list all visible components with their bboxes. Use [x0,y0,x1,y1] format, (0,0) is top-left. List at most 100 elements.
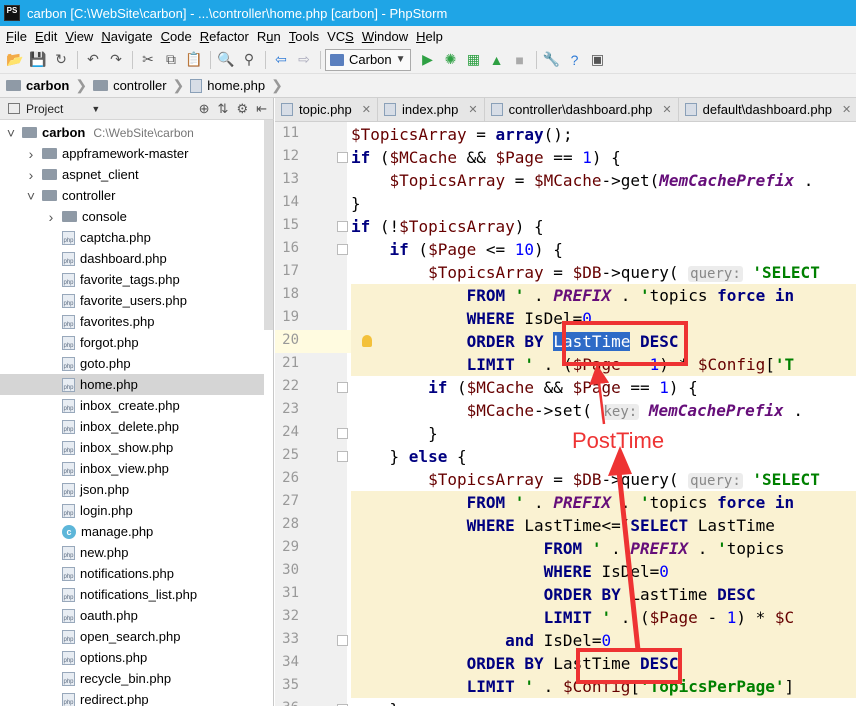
coverage-icon[interactable]: ▦ [463,49,485,71]
menu-item[interactable]: File [2,29,31,44]
editor-tab[interactable]: default\dashboard.php ✕ [678,98,856,121]
save-icon[interactable]: 💾 [27,49,49,71]
project-tree-scrollbar[interactable] [264,120,273,330]
menu-item[interactable]: Run [253,29,285,44]
code-line[interactable]: FROM ' . PREFIX . 'topics force in [351,491,856,514]
replace-icon[interactable]: ⚲ [238,49,260,71]
fold-marker-icon[interactable] [337,635,348,646]
forward-icon[interactable]: ⇨ [293,49,315,71]
gear-icon[interactable]: ⚙ [236,101,248,117]
chevron-down-icon[interactable]: ˅ [6,125,16,141]
tree-file-item[interactable]: php favorites.php [0,311,264,332]
tree-file-item[interactable]: php json.php [0,479,264,500]
code-line[interactable]: if ($MCache && $Page == 1) { [351,376,856,399]
menu-item[interactable]: VCS [323,29,358,44]
redo-icon[interactable]: ↷ [105,49,127,71]
code-line[interactable]: if ($MCache && $Page == 1) { [351,146,856,169]
chevron-right-icon[interactable]: › [26,146,36,162]
code-line[interactable]: $TopicsArray = $MCache->get(MemCachePref… [351,169,856,192]
close-icon[interactable]: ✕ [362,103,371,116]
code-line[interactable]: ORDER BY LastTime DESC [351,583,856,606]
tree-file-item[interactable]: php recycle_bin.php [0,668,264,689]
fold-marker-icon[interactable] [337,428,348,439]
run-configuration-select[interactable]: Carbon ▼ [325,48,411,71]
breadcrumb-carbon[interactable]: carbon [6,78,69,93]
collapse-all-icon[interactable]: ⇅ [218,101,229,117]
code-line[interactable]: $TopicsArray = $DB->query( query: 'SELEC… [351,468,856,491]
menu-item[interactable]: Code [157,29,196,44]
chevron-down-icon[interactable]: ˅ [26,188,36,204]
tree-folder-item[interactable]: › console [0,206,264,227]
profile-icon[interactable]: ▲ [486,49,508,71]
settings-icon[interactable]: 🔧 [541,49,563,71]
menu-item[interactable]: Navigate [97,29,156,44]
editor-tab[interactable]: topic.php ✕ [275,98,378,121]
tree-file-item[interactable]: php home.php [0,374,264,395]
tree-file-item[interactable]: php favorite_tags.php [0,269,264,290]
tree-file-item[interactable]: php forgot.php [0,332,264,353]
fold-marker-icon[interactable] [337,451,348,462]
close-icon[interactable]: ✕ [468,103,477,116]
code-line[interactable]: FROM ' . PREFIX . 'topics force in [351,284,856,307]
folder-open-icon[interactable]: 📂 [4,49,26,71]
fold-marker-icon[interactable] [337,221,348,232]
chevron-right-icon[interactable]: › [26,167,36,183]
close-icon[interactable]: ✕ [662,103,671,116]
copy-icon[interactable]: ⧉ [160,49,182,71]
tree-file-item[interactable]: php favorite_users.php [0,290,264,311]
tree-file-item[interactable]: php inbox_delete.php [0,416,264,437]
code-line[interactable]: if ($Page <= 10) { [351,238,856,261]
tree-folder-item[interactable]: ˅ carbon C:\WebSite\carbon [0,122,264,143]
editor-tab[interactable]: controller\dashboard.php ✕ [484,98,679,121]
locate-icon[interactable]: ⊕ [199,101,210,117]
chevron-down-icon[interactable]: ▼ [91,104,100,114]
run-icon[interactable]: ▶ [417,49,439,71]
tree-folder-item[interactable]: › appframework-master [0,143,264,164]
tree-file-item[interactable]: php inbox_show.php [0,437,264,458]
find-icon[interactable]: 🔍 [215,49,237,71]
tree-file-item[interactable]: php new.php [0,542,264,563]
project-panel-title[interactable]: Project [26,102,63,116]
code-line[interactable]: $MCache->set( key: MemCachePrefix . [351,399,856,422]
code-area[interactable]: $TopicsArray = array(); if ($MCache && $P… [351,122,856,706]
editor-tab[interactable]: index.php ✕ [377,98,485,121]
code-line[interactable]: WHERE LastTime<=(SELECT LastTime [351,514,856,537]
code-line[interactable]: $TopicsArray = array(); [351,123,856,146]
code-line[interactable]: } [351,192,856,215]
tree-file-item[interactable]: php goto.php [0,353,264,374]
cut-icon[interactable]: ✂ [137,49,159,71]
tree-file-item[interactable]: php inbox_view.php [0,458,264,479]
tree-file-item[interactable]: php notifications_list.php [0,584,264,605]
sync-icon[interactable]: ↻ [50,49,72,71]
intention-bulb-icon[interactable] [362,335,372,347]
close-icon[interactable]: ✕ [842,103,851,116]
hide-panel-icon[interactable]: ⇤ [256,101,267,117]
tree-file-item[interactable]: php dashboard.php [0,248,264,269]
fold-marker-icon[interactable] [337,152,348,163]
code-line[interactable]: FROM ' . PREFIX . 'topics [351,537,856,560]
tree-file-item[interactable]: c manage.php [0,521,264,542]
breadcrumb-home-php[interactable]: home.php [190,78,265,93]
tree-folder-item[interactable]: ˅ controller [0,185,264,206]
fold-marker-icon[interactable] [337,244,348,255]
code-line[interactable]: } [351,698,856,706]
fold-marker-icon[interactable] [337,382,348,393]
menu-item[interactable]: Window [358,29,412,44]
menu-item[interactable]: Help [412,29,447,44]
undo-icon[interactable]: ↶ [82,49,104,71]
tree-file-item[interactable]: php redirect.php [0,689,264,706]
tree-file-item[interactable]: php notifications.php [0,563,264,584]
code-line[interactable]: LIMIT ' . ($Page - 1) * $C [351,606,856,629]
tree-file-item[interactable]: php oauth.php [0,605,264,626]
menu-item[interactable]: Refactor [196,29,253,44]
code-editor[interactable]: 11 12 13 14 15 16 17 18 19 20 21 22 23 24 25 26 27 28 29 30… [275,122,856,706]
code-line[interactable]: $TopicsArray = $DB->query( query: 'SELEC… [351,261,856,284]
code-line[interactable]: if (!$TopicsArray) { [351,215,856,238]
tree-file-item[interactable]: php captcha.php [0,227,264,248]
paste-icon[interactable]: 📋 [183,49,205,71]
menu-item[interactable]: View [61,29,97,44]
tree-file-item[interactable]: php login.php [0,500,264,521]
chevron-right-icon[interactable]: › [46,209,56,225]
help-icon[interactable]: ? [564,49,586,71]
back-icon[interactable]: ⇦ [270,49,292,71]
